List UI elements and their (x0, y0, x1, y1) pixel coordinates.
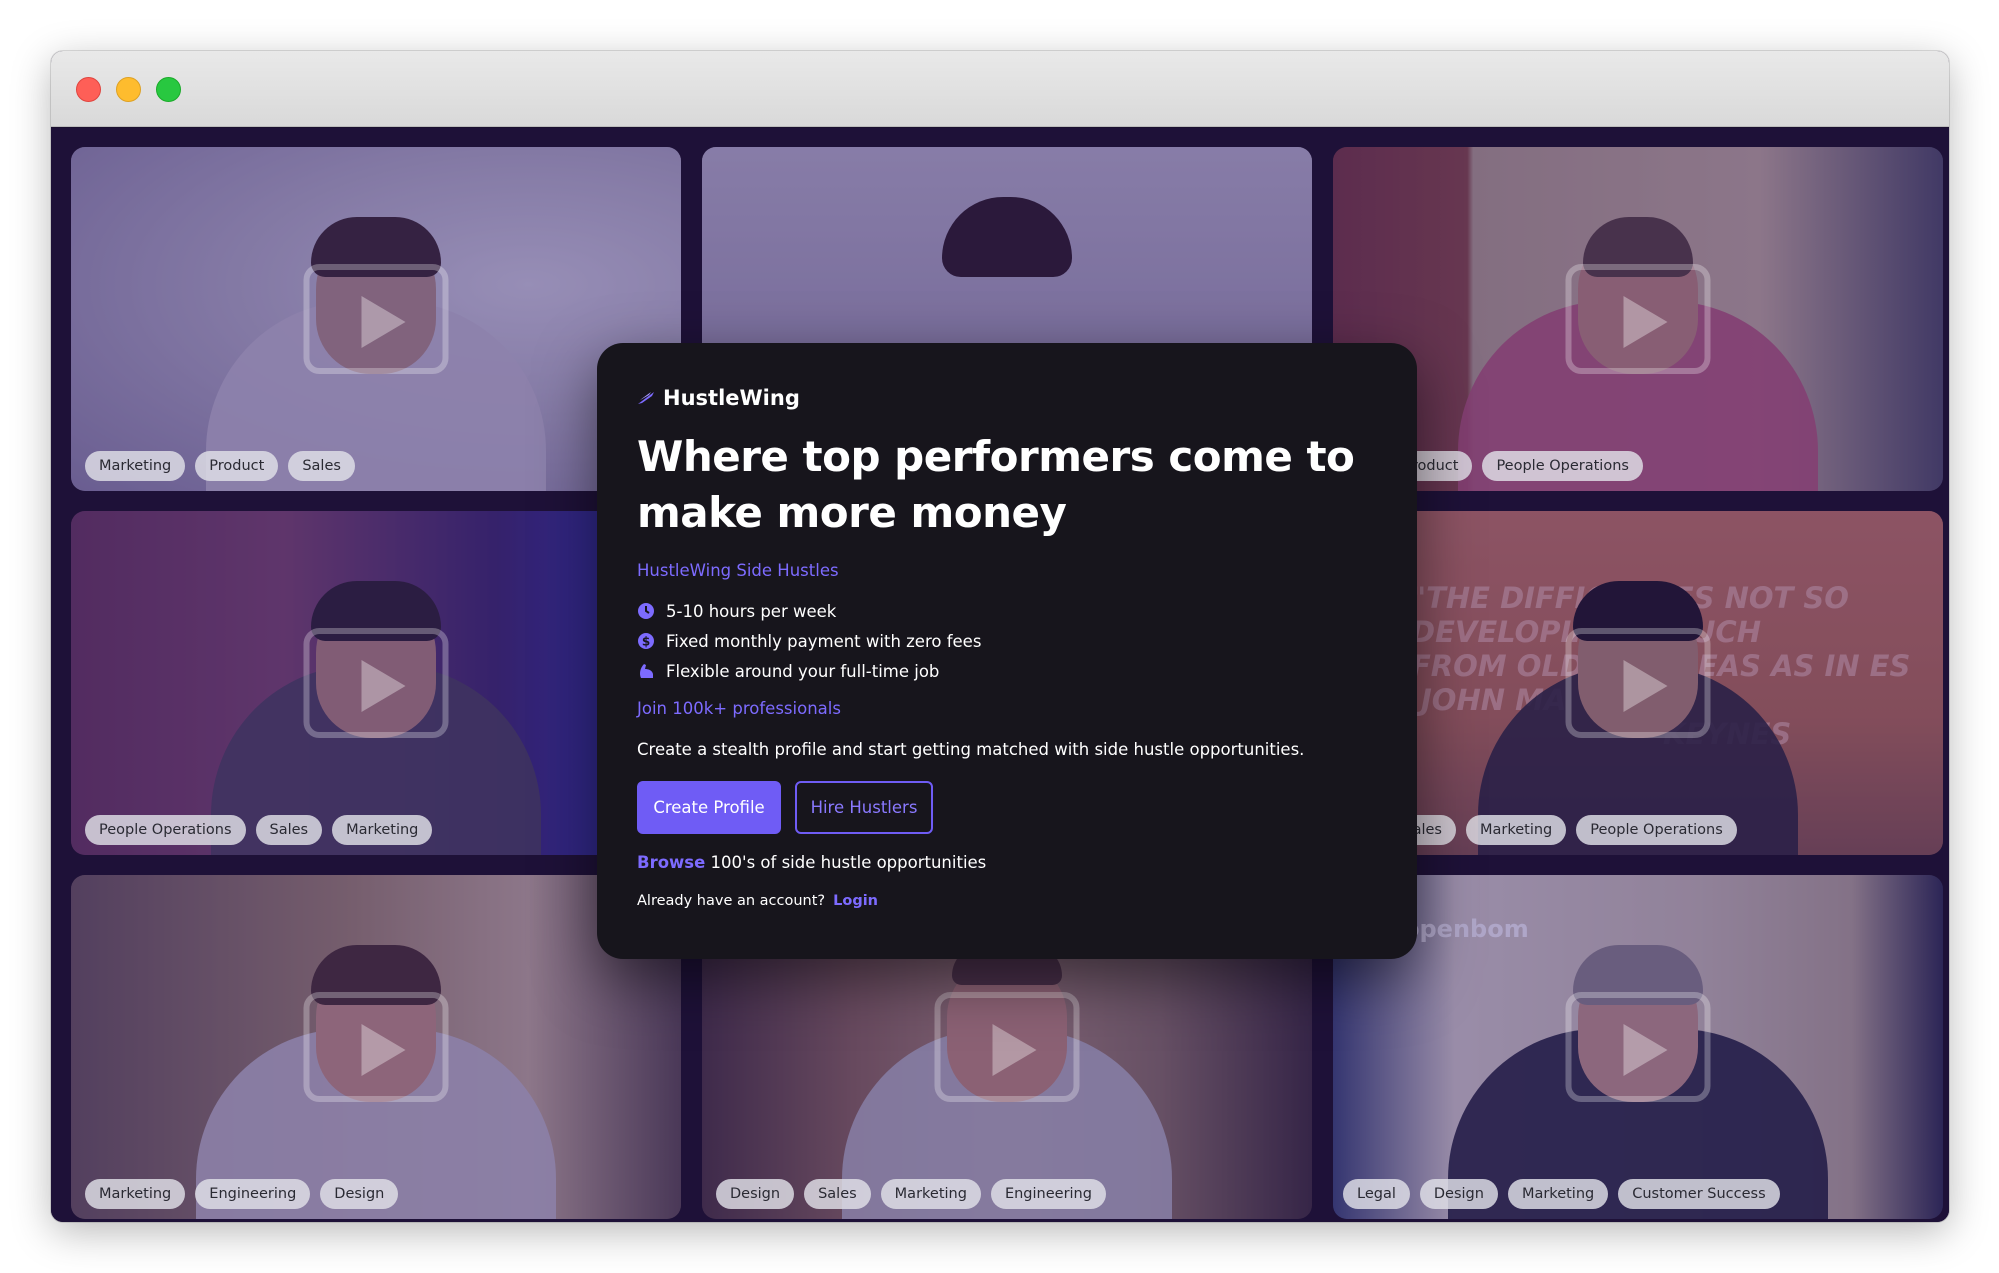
close-window-button[interactable] (76, 77, 101, 102)
brand-name: HustleWing (663, 386, 800, 410)
play-icon[interactable] (1565, 992, 1711, 1102)
tag: Engineering (990, 1179, 1106, 1209)
tag-list: Design Sales Marketing Engineering (716, 1179, 1106, 1209)
brand: HustleWing (637, 386, 800, 410)
tag: Legal (1343, 1179, 1410, 1209)
tag: Design (716, 1179, 795, 1209)
play-icon[interactable] (303, 628, 449, 738)
tag-list: People Operations Sales Marketing (85, 815, 433, 845)
tag: Customer Success (1618, 1179, 1780, 1209)
play-icon[interactable] (934, 992, 1080, 1102)
tag: People Operations (1576, 815, 1737, 845)
play-icon[interactable] (1565, 628, 1711, 738)
page-title: Where top performers come to make more m… (637, 432, 1355, 537)
tag: Marketing (1507, 1179, 1609, 1209)
video-tile[interactable]: Marketing Product Sales (71, 147, 681, 491)
svg-text:$: $ (642, 635, 650, 649)
minimize-window-button[interactable] (116, 77, 141, 102)
play-icon[interactable] (1565, 264, 1711, 374)
tag: Marketing (85, 1179, 186, 1209)
tag: Marketing (880, 1179, 981, 1209)
tag: Design (1419, 1179, 1498, 1209)
browser-window: Marketing Product Sales ring Product Peo… (51, 51, 1949, 1222)
video-tile[interactable]: Marketing Engineering Design (71, 875, 681, 1219)
tag: Sales (804, 1179, 871, 1209)
tag: Sales (288, 451, 355, 481)
video-grid: Marketing Product Sales ring Product Peo… (51, 128, 1949, 1222)
video-tile[interactable]: "THE DIFFICULT DEVELOPIN FROM OLD JOHN M… (1333, 511, 1943, 855)
account-prompt: Already have an account? (637, 893, 826, 909)
play-icon[interactable] (303, 992, 449, 1102)
tag: Engineering (195, 1179, 311, 1209)
tag: Design (320, 1179, 399, 1209)
tag: Product (195, 451, 279, 481)
login-link[interactable]: Login (833, 893, 878, 909)
tag: Marketing (332, 815, 433, 845)
maximize-window-button[interactable] (156, 77, 181, 102)
section-subtitle: HustleWing Side Hustles (637, 561, 839, 580)
clock-icon (637, 602, 655, 620)
tag: People Operations (85, 815, 246, 845)
tag: People Operations (1482, 451, 1643, 481)
tag: Marketing (85, 451, 186, 481)
tag-list: Marketing Product Sales (85, 451, 355, 481)
flexible-arm-icon (637, 662, 655, 680)
tag: Marketing (1465, 815, 1567, 845)
video-tile[interactable]: People Operations Sales Marketing (71, 511, 681, 855)
create-profile-button[interactable]: Create Profile (637, 781, 781, 834)
signup-card: HustleWing Where top performers come to … (597, 343, 1417, 959)
tag-list: Legal Design Marketing Customer Success (1343, 1179, 1780, 1209)
list-item: Flexible around your full-time job (637, 656, 981, 686)
browse-rest: 100's of side hustle opportunities (705, 853, 987, 872)
video-tile[interactable]: ring Product People Operations (1333, 147, 1943, 491)
feature-list: 5-10 hours per week $ Fixed monthly paym… (637, 596, 981, 686)
wing-logo-icon (637, 390, 655, 406)
description: Create a stealth profile and start getti… (637, 740, 1305, 759)
tag-list: Marketing Engineering Design (85, 1179, 399, 1209)
video-tile[interactable]: openbom Legal Design Marketing Customer … (1333, 875, 1943, 1219)
browse-text: Browse 100's of side hustle opportunitie… (637, 853, 986, 872)
account-prompt-line: Already have an account? Login (637, 893, 878, 909)
list-item: 5-10 hours per week (637, 596, 981, 626)
tag: Sales (255, 815, 323, 845)
browse-link[interactable]: Browse (637, 853, 705, 872)
window-titlebar (51, 51, 1949, 127)
join-text: Join 100k+ professionals (637, 699, 841, 718)
hire-hustlers-button[interactable]: Hire Hustlers (795, 781, 933, 834)
list-item: $ Fixed monthly payment with zero fees (637, 626, 981, 656)
dollar-icon: $ (637, 632, 655, 650)
play-icon[interactable] (303, 264, 449, 374)
